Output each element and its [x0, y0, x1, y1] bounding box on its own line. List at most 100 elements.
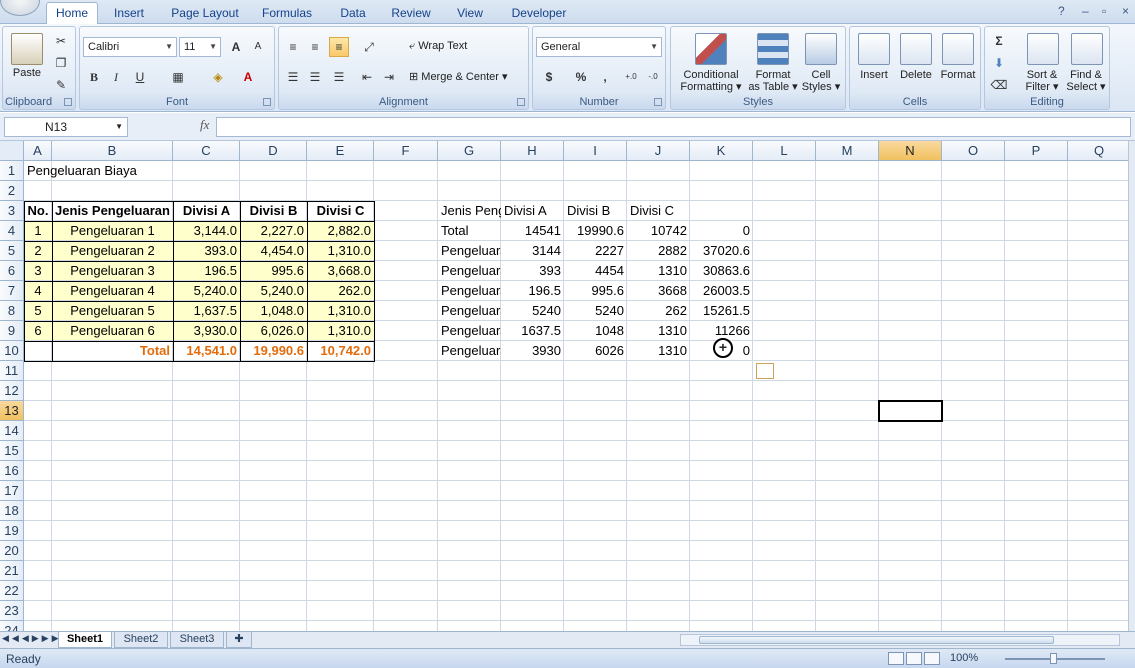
cell-h8[interactable]: 5240 — [501, 301, 564, 321]
paste-options-icon[interactable] — [756, 363, 774, 379]
normal-view-icon[interactable] — [888, 652, 904, 665]
insert-function-button[interactable]: fx — [200, 117, 209, 133]
column-header-q[interactable]: Q — [1068, 141, 1128, 161]
font-size-select[interactable]: 11 ▼ — [179, 37, 221, 57]
cell-h10[interactable]: 3930 — [501, 341, 564, 361]
row-header-20[interactable]: 20 — [0, 541, 24, 561]
cell-j5[interactable]: 2882 — [627, 241, 690, 261]
paste-button[interactable]: Paste — [9, 67, 45, 79]
column-header-c[interactable]: C — [173, 141, 240, 161]
clipboard-launcher-icon[interactable] — [64, 98, 72, 106]
increase-indent-icon[interactable]: ⇥ — [379, 67, 399, 87]
wrap-text-button[interactable]: ⤶ Wrap Text — [409, 40, 489, 53]
column-header-o[interactable]: O — [942, 141, 1005, 161]
cell-i6[interactable]: 4454 — [564, 261, 627, 281]
cell-g4[interactable]: Total — [438, 221, 501, 241]
horizontal-scroll-thumb[interactable] — [699, 636, 1054, 644]
italic-button[interactable]: I — [106, 67, 126, 87]
tab-home[interactable]: Home — [46, 2, 98, 25]
align-right-icon[interactable]: ☰ — [329, 67, 349, 87]
column-header-k[interactable]: K — [690, 141, 753, 161]
bold-button[interactable]: B — [84, 67, 104, 87]
cell-g6[interactable]: Pengeluaran — [438, 261, 501, 281]
row-header-6[interactable]: 6 — [0, 261, 24, 281]
tab-insert[interactable]: Insert — [108, 4, 150, 24]
cell-g8[interactable]: Pengeluaran — [438, 301, 501, 321]
tab-developer[interactable]: Developer — [506, 4, 572, 24]
cell-h5[interactable]: 3144 — [501, 241, 564, 261]
sheet-tab-sheet1[interactable]: Sheet1 — [58, 632, 112, 648]
clear-icon[interactable]: ⌫ — [989, 75, 1009, 95]
shrink-font-button[interactable]: A — [248, 37, 268, 57]
fill-icon[interactable]: ⬇ — [989, 53, 1009, 73]
cell-k6[interactable]: 30863.6 — [690, 261, 753, 281]
formula-input[interactable] — [216, 117, 1131, 137]
cell-j9[interactable]: 1310 — [627, 321, 690, 341]
row-header-2[interactable]: 2 — [0, 181, 24, 201]
cell-styles-button[interactable]: Cell Styles ▾ — [799, 69, 843, 93]
insert-cells-button[interactable]: Insert — [852, 69, 896, 81]
help-icon[interactable]: ? — [1058, 4, 1065, 18]
decrease-indent-icon[interactable]: ⇤ — [357, 67, 377, 87]
column-header-l[interactable]: L — [753, 141, 816, 161]
row-header-21[interactable]: 21 — [0, 561, 24, 581]
currency-button[interactable]: $ — [539, 67, 559, 87]
sort-filter-button[interactable]: Sort & Filter ▾ — [1019, 69, 1065, 93]
autosum-icon[interactable]: Σ — [989, 31, 1009, 51]
cell-i4[interactable]: 19990.6 — [564, 221, 627, 241]
column-header-j[interactable]: J — [627, 141, 690, 161]
cell-i7[interactable]: 995.6 — [564, 281, 627, 301]
cell-g10[interactable]: Pengeluaran — [438, 341, 501, 361]
row-header-13[interactable]: 13 — [0, 401, 24, 421]
cell-h3[interactable]: Divisi A — [501, 201, 564, 221]
find-select-button[interactable]: Find & Select ▾ — [1063, 69, 1109, 93]
borders-icon[interactable]: ▦ — [168, 67, 188, 87]
column-header-a[interactable]: A — [24, 141, 52, 161]
percent-button[interactable]: % — [571, 67, 591, 87]
format-painter-icon[interactable]: ✎ — [51, 75, 71, 95]
page-layout-view-icon[interactable] — [906, 652, 922, 665]
increase-decimal-icon[interactable]: +.0 — [621, 67, 641, 87]
number-format-select[interactable]: General ▼ — [536, 37, 662, 57]
column-header-h[interactable]: H — [501, 141, 564, 161]
row-header-4[interactable]: 4 — [0, 221, 24, 241]
cell-j6[interactable]: 1310 — [627, 261, 690, 281]
number-launcher-icon[interactable] — [654, 98, 662, 106]
cell-i9[interactable]: 1048 — [564, 321, 627, 341]
row-header-7[interactable]: 7 — [0, 281, 24, 301]
copy-icon[interactable]: ❐ — [51, 53, 71, 73]
cell-k4[interactable]: 0 — [690, 221, 753, 241]
underline-button[interactable]: U — [130, 67, 150, 87]
row-header-23[interactable]: 23 — [0, 601, 24, 621]
column-header-d[interactable]: D — [240, 141, 307, 161]
merge-center-button[interactable]: ⊞ Merge & Center ▾ — [409, 70, 525, 83]
format-cells-button[interactable]: Format — [936, 69, 980, 81]
row-header-3[interactable]: 3 — [0, 201, 24, 221]
row-header-14[interactable]: 14 — [0, 421, 24, 441]
worksheet-grid[interactable]: A B C D E F G H I J K L M N O P Q 1 2 3 4 5 6 7 8 9 10 11 12 13 14 15 16… — [0, 141, 1128, 631]
cell-h4[interactable]: 14541 — [501, 221, 564, 241]
align-left-icon[interactable]: ☰ — [283, 67, 303, 87]
insert-sheet-icon[interactable]: ✚ — [226, 632, 252, 648]
cell-k7[interactable]: 26003.5 — [690, 281, 753, 301]
comma-button[interactable]: , — [595, 67, 615, 87]
orientation-icon[interactable]: ⤢ — [359, 37, 379, 57]
column-header-p[interactable]: P — [1005, 141, 1068, 161]
tab-review[interactable]: Review — [388, 4, 434, 24]
column-header-i[interactable]: I — [564, 141, 627, 161]
row-header-9[interactable]: 9 — [0, 321, 24, 341]
cell-i8[interactable]: 5240 — [564, 301, 627, 321]
cut-icon[interactable]: ✂ — [51, 31, 71, 51]
horizontal-scrollbar[interactable] — [680, 634, 1120, 646]
column-header-m[interactable]: M — [816, 141, 879, 161]
cell-i5[interactable]: 2227 — [564, 241, 627, 261]
row-header-24[interactable]: 24 — [0, 621, 24, 631]
cell-g9[interactable]: Pengeluaran — [438, 321, 501, 341]
zoom-slider-thumb[interactable] — [1050, 653, 1057, 664]
cell-k5[interactable]: 37020.6 — [690, 241, 753, 261]
sheet-nav-arrows-icon[interactable]: ◀◀◀▶▶▶ — [2, 633, 62, 644]
cell-g5[interactable]: Pengeluaran — [438, 241, 501, 261]
align-top-icon[interactable]: ≡ — [283, 37, 303, 57]
paste-icon[interactable] — [11, 33, 43, 65]
tab-formulas[interactable]: Formulas — [258, 4, 316, 24]
